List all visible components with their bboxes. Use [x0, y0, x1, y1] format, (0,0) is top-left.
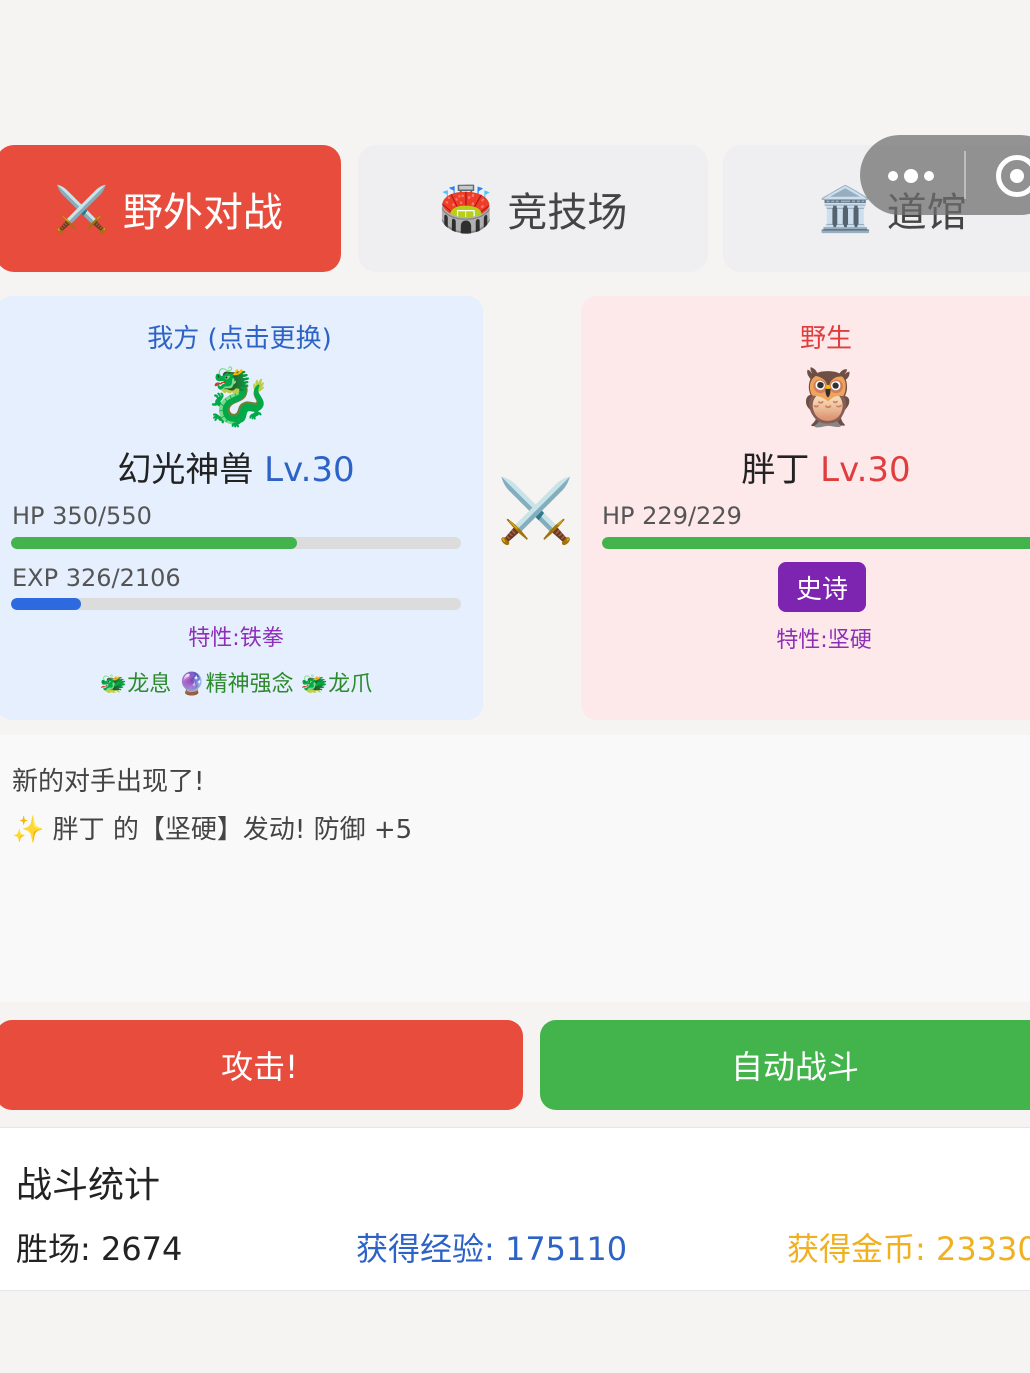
my-hp-bar-fill: [11, 537, 298, 549]
my-pokemon-name: 幻光神兽: [117, 450, 254, 490]
my-skills: 🐲龙息 🔮精神强念 🐲龙爪: [99, 672, 373, 697]
my-exp-bar-fill: [11, 598, 81, 610]
tab-wild-battle-label: 野外对战: [122, 189, 283, 236]
enemy-pokemon-level: Lv.30: [820, 450, 911, 490]
miniprogram-capsule: [860, 135, 1030, 215]
tab-arena-label: 竞技场: [507, 189, 628, 236]
close-miniprogram-icon[interactable]: [996, 155, 1030, 197]
my-pokemon-card[interactable]: 我方 (点击更换) 🐉 幻光神兽 Lv.30 HP 350/550 EXP 32…: [0, 296, 483, 720]
enemy-pokemon-sprite: 🦉: [793, 365, 863, 430]
enemy-side-label: 野生: [799, 324, 852, 354]
my-side-label: 我方 (点击更换): [147, 324, 332, 354]
tab-arena[interactable]: 🏟️ 竞技场: [358, 145, 708, 272]
battle-log: 新的对手出现了! ✨ 胖丁 的【坚硬】发动! 防御 +5: [0, 735, 1030, 1002]
versus-swords-icon: ⚔️: [497, 474, 575, 547]
auto-battle-button[interactable]: 自动战斗: [540, 1020, 1030, 1110]
enemy-hp-bar-fill: [602, 537, 1030, 549]
stats-gold: 获得金币: 23330: [787, 1230, 1030, 1268]
enemy-hp-text: HP 229/229: [602, 502, 742, 530]
enemy-trait: 特性:坚硬: [776, 628, 872, 653]
enemy-pokemon-card: 野生 🦉 胖丁 Lv.30 HP 229/229 特性:坚硬: [581, 296, 1030, 720]
stats-exp: 获得经验: 175110: [356, 1230, 628, 1268]
enemy-pokemon-name: 胖丁: [741, 450, 810, 490]
battle-stats-panel: 战斗统计 胜场: 2674 获得经验: 175110 获得金币: 23330: [0, 1127, 1030, 1291]
my-pokemon-sprite: 🐉: [203, 365, 273, 430]
my-exp-bar: [11, 598, 461, 610]
my-trait: 特性:铁拳: [188, 626, 284, 651]
my-pokemon-level: Lv.30: [264, 450, 355, 490]
attack-button[interactable]: 攻击!: [0, 1020, 523, 1110]
log-line: ✨ 胖丁 的【坚硬】发动! 防御 +5: [12, 815, 413, 845]
my-hp-text: HP 350/550: [12, 502, 152, 530]
rarity-badge: 史诗: [778, 562, 866, 612]
crossed-swords-icon: ⚔️: [54, 183, 109, 235]
enemy-hp-bar: [602, 537, 1030, 549]
enemy-pokemon-name-line: 胖丁 Lv.30: [581, 442, 1030, 491]
stadium-icon: 🏟️: [438, 183, 494, 235]
tab-wild-battle[interactable]: ⚔️ 野外对战: [0, 145, 341, 272]
my-hp-bar: [11, 537, 461, 549]
my-pokemon-name-line: 幻光神兽 Lv.30: [0, 442, 476, 491]
stats-wins: 胜场: 2674: [16, 1230, 183, 1268]
my-exp-text: EXP 326/2106: [12, 564, 181, 592]
log-line: 新的对手出现了!: [12, 767, 205, 797]
stats-title: 战斗统计: [16, 1165, 161, 1206]
capsule-divider: [964, 151, 966, 199]
more-menu-icon[interactable]: [888, 159, 938, 189]
